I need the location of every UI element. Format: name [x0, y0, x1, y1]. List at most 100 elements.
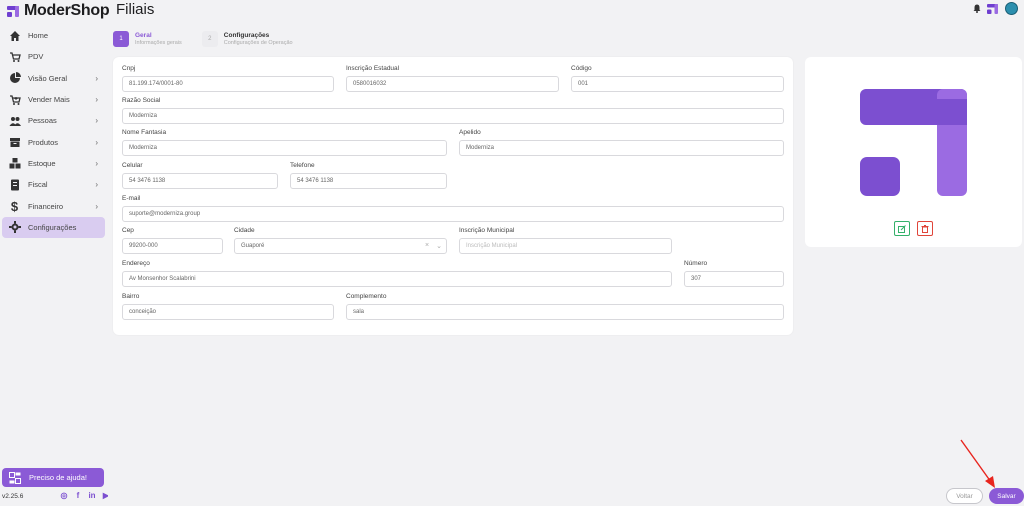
sidebar-item-label: Home	[28, 31, 49, 41]
apelido-input[interactable]: Moderniza	[459, 140, 784, 156]
chevron-right-icon: ›	[95, 95, 98, 105]
step-number: 2	[201, 31, 218, 47]
nome-fantasia-input[interactable]: Moderniza	[122, 140, 447, 156]
dollar-icon: $	[10, 198, 19, 214]
sidebar-item-label: Produtos	[28, 137, 59, 147]
instagram-icon[interactable]: ◎	[60, 491, 68, 500]
field-label: Razão Social	[122, 97, 161, 104]
branch-form-card: Cnpj 81.199.174/0001-80 Inscrição Estadu…	[113, 57, 793, 335]
app-logo[interactable]: ModerShop	[7, 2, 110, 20]
field-label: Apelido	[459, 129, 481, 136]
clear-icon[interactable]: ×	[425, 242, 429, 250]
chevron-right-icon: ›	[95, 180, 98, 190]
help-icon	[9, 471, 21, 484]
field-label: Cidade	[234, 227, 255, 234]
numero-input[interactable]: 307	[684, 271, 784, 287]
edit-logo-button[interactable]	[894, 221, 910, 236]
back-button[interactable]: Voltar	[946, 488, 983, 504]
field-label: Celular	[122, 162, 143, 169]
step-geral[interactable]: 1 Geral Informações gerais	[113, 31, 182, 47]
celular-input[interactable]: 54 3476 1138	[122, 173, 278, 189]
cnpj-field: Cnpj 81.199.174/0001-80	[122, 65, 334, 92]
user-avatar[interactable]	[1005, 2, 1018, 15]
codigo-input[interactable]: 001	[571, 76, 784, 92]
field-label: Telefone	[290, 162, 315, 169]
sidebar-item-home[interactable]: Home	[0, 25, 108, 46]
telefone-input[interactable]: 54 3476 1138	[290, 173, 447, 189]
sidebar-item-configuracoes[interactable]: Configurações	[2, 216, 105, 238]
sidebar-item-label: Fiscal	[28, 180, 48, 190]
sidebar-item-label: Pessoas	[28, 116, 57, 126]
gear-icon	[8, 221, 21, 234]
sidebar-item-estoque[interactable]: Estoque ›	[0, 153, 108, 174]
delete-logo-button[interactable]	[917, 221, 933, 236]
logo-mark-icon	[7, 5, 19, 17]
field-label: Inscrição Estadual	[346, 65, 400, 72]
help-label: Preciso de ajuda!	[29, 473, 87, 482]
chevron-right-icon: ›	[95, 158, 98, 168]
complemento-input[interactable]: sala	[346, 304, 784, 320]
cidade-select[interactable]: Guaporé × ⌄	[234, 238, 447, 254]
razao-social-field: Razão Social Moderniza	[122, 97, 784, 124]
select-controls: × ⌄	[425, 242, 442, 250]
chevron-right-icon: ›	[95, 116, 98, 126]
step-subtitle: Informações gerais	[135, 40, 182, 46]
boxes-icon	[8, 157, 21, 170]
sidebar-item-label: Configurações	[28, 222, 77, 232]
save-button[interactable]: Salvar	[989, 488, 1024, 504]
field-label: Número	[684, 260, 708, 267]
sidebar-item-label: Vender Mais	[28, 95, 70, 105]
branch-logo-image	[860, 89, 967, 196]
step-subtitle: Configurações de Operação	[223, 40, 293, 46]
field-label: Inscrição Municipal	[459, 227, 515, 234]
facebook-icon[interactable]: f	[74, 491, 82, 500]
form-stepper: 1 Geral Informações gerais 2 Configuraçõ…	[113, 31, 313, 47]
codigo-field: Código 001	[571, 65, 784, 92]
chevron-right-icon: ›	[95, 73, 98, 83]
endereco-input[interactable]: Av Monsenhor Scalabrini	[122, 271, 672, 287]
bell-icon[interactable]	[973, 4, 981, 13]
sidebar-item-fiscal[interactable]: Fiscal ›	[0, 174, 108, 195]
social-links: ◎ f in ▶	[60, 491, 110, 500]
chevron-down-icon[interactable]: ⌄	[436, 242, 442, 250]
inscricao-estadual-input[interactable]: 0580016032	[346, 76, 559, 92]
email-input[interactable]: suporte@moderniza.group	[122, 206, 784, 222]
box-icon	[8, 136, 21, 149]
inscricao-municipal-input[interactable]: Inscrição Municipal	[459, 238, 672, 254]
field-label: Nome Fantasia	[122, 129, 167, 136]
logo-text: ModerShop	[24, 2, 110, 19]
sidebar-item-pdv[interactable]: PDV	[0, 46, 108, 67]
endereco-field: Endereço Av Monsenhor Scalabrini	[122, 260, 672, 287]
sidebar-item-financeiro[interactable]: $ Financeiro ›	[0, 195, 108, 216]
linkedin-icon[interactable]: in	[88, 491, 96, 500]
edit-icon	[898, 224, 906, 233]
people-icon	[8, 114, 21, 127]
cidade-value: Guaporé	[241, 243, 265, 249]
field-label: Código	[571, 65, 592, 72]
field-label: Endereço	[122, 260, 150, 267]
step-number: 1	[113, 31, 129, 47]
field-label: Cep	[122, 227, 134, 234]
razao-social-input[interactable]: Moderniza	[122, 108, 784, 124]
help-button[interactable]: Preciso de ajuda!	[2, 468, 104, 487]
cep-input[interactable]: 99200-000	[122, 238, 223, 254]
field-label: Bairro	[122, 293, 140, 300]
bairro-input[interactable]: conceição	[122, 304, 334, 320]
complemento-field: Complemento sala	[346, 293, 784, 320]
field-label: E-mail	[122, 195, 141, 202]
inscricao-estadual-field: Inscrição Estadual 0580016032	[346, 65, 559, 92]
sidebar-item-label: Visão Geral	[28, 73, 68, 83]
sidebar-item-visao-geral[interactable]: Visão Geral ›	[0, 68, 108, 89]
step-title: Configurações	[223, 32, 270, 39]
sidebar-item-pessoas[interactable]: Pessoas ›	[0, 110, 108, 131]
cnpj-input[interactable]: 81.199.174/0001-80	[122, 76, 334, 92]
sidebar-item-label: Financeiro	[28, 201, 64, 211]
nome-fantasia-field: Nome Fantasia Moderniza	[122, 129, 447, 156]
field-label: Cnpj	[122, 65, 136, 72]
sidebar-item-produtos[interactable]: Produtos ›	[0, 131, 108, 152]
sidebar-item-vender-mais[interactable]: Vender Mais ›	[0, 89, 108, 110]
pie-chart-icon	[8, 72, 21, 85]
step-configuracoes[interactable]: 2 Configurações Configurações de Operaçã…	[201, 31, 293, 47]
chevron-right-icon: ›	[95, 137, 98, 147]
page-title: Filiais	[116, 1, 155, 18]
